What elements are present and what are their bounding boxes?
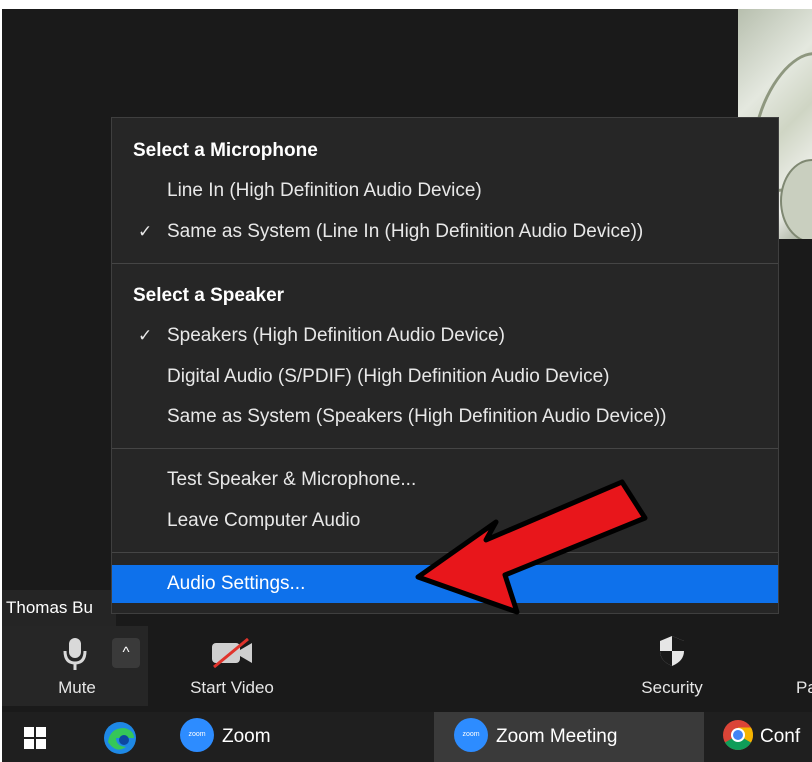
start-video-label: Start Video [190, 678, 274, 697]
video-off-icon [212, 638, 252, 668]
speaker-option-speakers[interactable]: ✓ Speakers (High Definition Audio Device… [112, 317, 778, 355]
checkmark-icon: ✓ [138, 222, 153, 241]
taskbar-zoom-label: Zoom [222, 726, 271, 747]
taskbar-chrome[interactable]: Conf [722, 712, 812, 762]
speaker-option-label: Digital Audio (S/PDIF) (High Definition … [167, 366, 610, 387]
shield-icon [660, 636, 684, 666]
windows-taskbar: zoom Zoom zoom Zoom Meeting Conf [2, 712, 812, 762]
test-speaker-microphone-label: Test Speaker & Microphone... [167, 469, 417, 490]
meeting-toolbar: ^ Mute Start Video Security Pa [2, 626, 812, 712]
speaker-option-same-as-system[interactable]: Same as System (Speakers (High Definitio… [112, 398, 778, 436]
checkmark-icon: ✓ [138, 326, 153, 345]
screen: Thomas Bu Select a Microphone Line In (H… [0, 0, 812, 762]
windows-start-icon[interactable] [24, 727, 46, 749]
start-video-button[interactable]: Start Video [172, 626, 292, 706]
microphone-option-same-as-system[interactable]: ✓ Same as System (Line In (High Definiti… [112, 213, 778, 251]
microphone-option-line-in[interactable]: Line In (High Definition Audio Device) [112, 172, 778, 210]
speaker-option-label: Same as System (Speakers (High Definitio… [167, 406, 667, 427]
menu-divider [112, 263, 778, 264]
participant-name-tag: Thomas Bu [2, 590, 116, 626]
taskbar-zoom-meeting[interactable]: zoom Zoom Meeting [434, 712, 704, 762]
zoom-logo-icon: zoom [180, 718, 214, 753]
zoom-logo-icon: zoom [454, 718, 488, 753]
edge-browser-icon[interactable] [102, 720, 138, 756]
microphone-option-label: Line In (High Definition Audio Device) [167, 180, 482, 201]
audio-options-caret-button[interactable]: ^ [112, 638, 140, 668]
taskbar-zoom-meeting-label: Zoom Meeting [496, 726, 618, 747]
menu-divider [112, 448, 778, 449]
participants-button[interactable]: Pa [792, 626, 812, 706]
speaker-section-header: Select a Speaker [133, 285, 285, 306]
participants-label: Pa [796, 678, 812, 697]
microphone-section-header: Select a Microphone [133, 140, 318, 161]
chrome-browser-icon [723, 720, 754, 751]
red-arrow-icon [415, 479, 648, 615]
taskbar-zoom[interactable]: zoom Zoom [180, 712, 290, 762]
microphone-option-label: Same as System (Line In (High Definition… [167, 221, 644, 242]
speaker-option-label: Speakers (High Definition Audio Device) [167, 325, 505, 346]
mute-button[interactable]: ^ Mute [2, 626, 148, 706]
taskbar-chrome-label: Conf [760, 726, 801, 747]
microphone-icon [63, 638, 87, 670]
audio-settings-label: Audio Settings... [167, 573, 306, 594]
speaker-option-digital-audio[interactable]: Digital Audio (S/PDIF) (High Definition … [112, 358, 778, 396]
security-label: Security [641, 678, 703, 697]
security-button[interactable]: Security [622, 626, 722, 706]
mute-label: Mute [58, 678, 96, 697]
leave-computer-audio-label: Leave Computer Audio [167, 510, 361, 531]
